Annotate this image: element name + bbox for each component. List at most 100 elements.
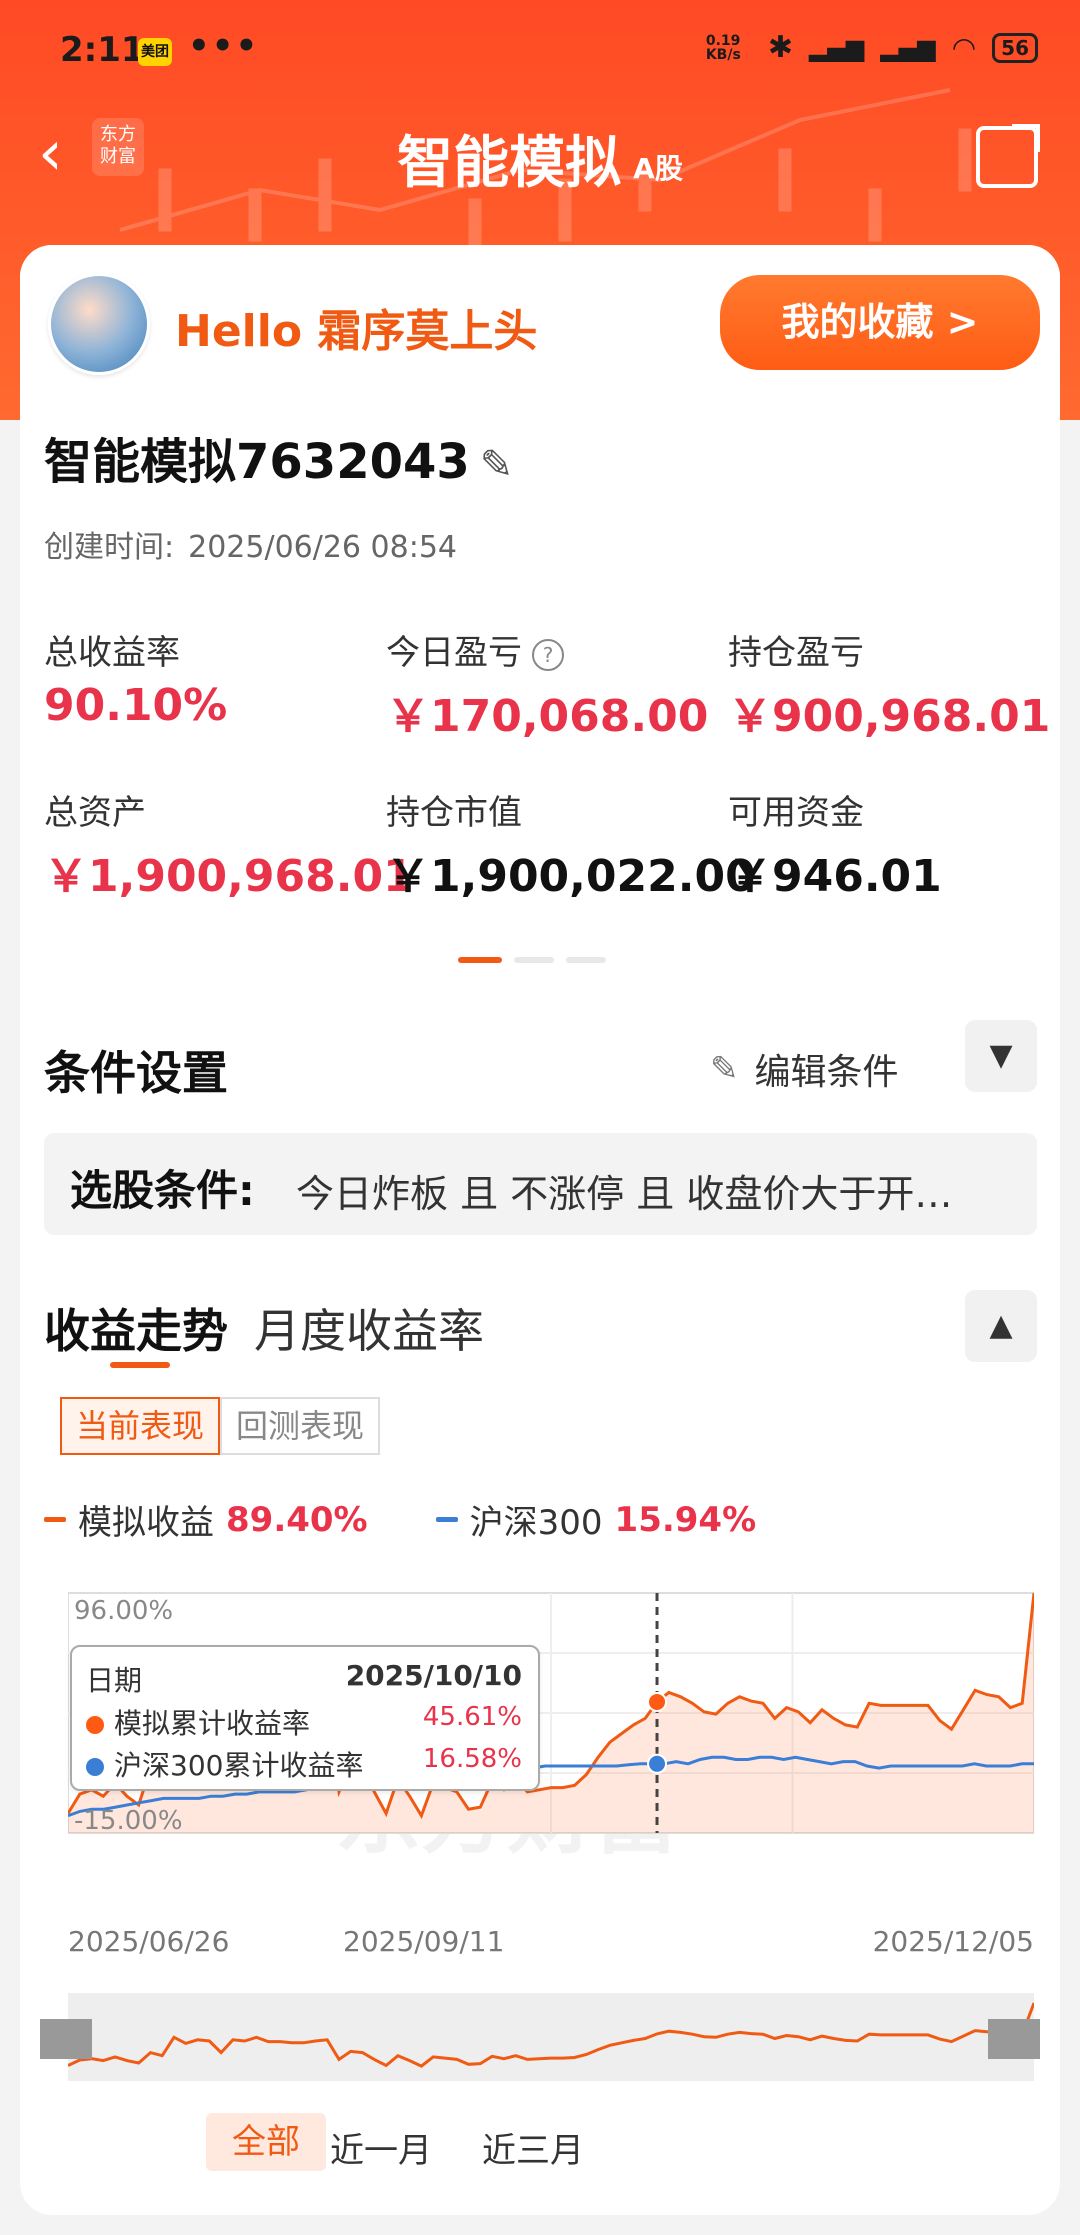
legend-value: 15.94% bbox=[614, 1499, 757, 1540]
metric-label: 可用资金 bbox=[728, 793, 864, 833]
created-time: 创建时间: 2025/06/26 08:54 bbox=[44, 522, 457, 566]
tooltip-dot bbox=[86, 1716, 104, 1734]
legend-swatch bbox=[44, 1517, 66, 1522]
x-tick-label: 2025/09/11 bbox=[343, 1925, 505, 1958]
edit-icon: ✎ bbox=[710, 1049, 739, 1089]
mode-switch: 当前表现 回测表现 bbox=[60, 1397, 381, 1455]
tooltip-date-label: 日期 bbox=[86, 1664, 143, 1697]
range-3m[interactable]: 近三月 bbox=[482, 2123, 584, 2172]
created-value: 2025/06/26 08:54 bbox=[188, 530, 458, 565]
tab-monthly-return[interactable]: 月度收益率 bbox=[254, 1295, 484, 1361]
metric-total-assets: 总资产 ￥1,900,968.01 bbox=[44, 785, 414, 904]
edit-conditions-button[interactable]: ✎ 编辑条件 bbox=[710, 1043, 899, 1095]
signal-2-icon: ▂▄▆ bbox=[880, 33, 936, 62]
conditions-title: 条件设置 bbox=[44, 1046, 228, 1100]
brush-line bbox=[67, 2002, 1036, 2068]
greeting: Hello 霜序莫上头 bbox=[175, 306, 538, 357]
legend-item-hs300: 沪深300 15.94% bbox=[435, 1495, 757, 1544]
metric-value: ￥900,968.01 bbox=[728, 691, 1051, 742]
help-icon[interactable]: ? bbox=[532, 638, 564, 671]
metric-label: 总资产 bbox=[44, 793, 146, 833]
tooltip-dot bbox=[86, 1758, 104, 1776]
metric-label-text: 今日盈亏 bbox=[386, 633, 522, 673]
user-header: Hello 霜序莫上头 我的收藏 > bbox=[20, 245, 1060, 375]
signal-icon: ▂▄▆ bbox=[808, 33, 865, 62]
metric-value: ￥1,900,968.01 bbox=[44, 851, 414, 902]
status-time: 2:11 bbox=[60, 30, 145, 70]
brush-right-handle[interactable] bbox=[988, 2019, 1040, 2059]
avatar[interactable] bbox=[48, 273, 150, 375]
tooltip-date-row: 日期 2025/10/10 bbox=[86, 1659, 522, 1699]
legend-swatch bbox=[435, 1517, 458, 1522]
expand-conditions-button[interactable]: ▼ bbox=[965, 1020, 1037, 1092]
collapse-chart-button[interactable]: ▲ bbox=[965, 1290, 1037, 1362]
created-label: 创建时间: bbox=[44, 530, 175, 565]
legend-value: 89.40% bbox=[226, 1499, 368, 1540]
conditions-value: 今日炸板 且 不涨停 且 收盘价大于开… bbox=[296, 1172, 953, 1216]
metric-label: 持仓市值 bbox=[386, 793, 522, 833]
page-title-sub: A股 bbox=[633, 151, 683, 185]
x-tick-label: 2025/12/05 bbox=[872, 1925, 1034, 1958]
pager-dot-active[interactable] bbox=[458, 957, 502, 963]
y-tick-label-max: 96.00% bbox=[74, 1596, 173, 1626]
tab-return-trend[interactable]: 收益走势 bbox=[44, 1295, 228, 1361]
metric-value: ￥1,900,022.00 bbox=[386, 851, 756, 902]
portfolio-card: Hello 霜序莫上头 我的收藏 > 智能模拟7632043 ✎ 创建时间: 202… bbox=[20, 245, 1060, 2215]
account-name: 智能模拟7632043 bbox=[44, 434, 470, 490]
conditions-label: 选股条件: bbox=[70, 1166, 255, 1215]
battery-icon: 56 bbox=[992, 32, 1038, 63]
tooltip-date: 2025/10/10 bbox=[345, 1659, 522, 1692]
pager-dot[interactable] bbox=[566, 957, 606, 963]
tooltip-series-name: 模拟累计收益率 bbox=[114, 1707, 311, 1740]
metric-available-cash: 可用资金 ￥946.01 bbox=[728, 785, 1058, 904]
edit-name-icon[interactable]: ✎ bbox=[480, 442, 514, 488]
page-title: 智能模拟 A股 bbox=[0, 118, 1080, 199]
network-speed: 0.19 KB/s bbox=[705, 32, 741, 63]
metric-today-pnl: 今日盈亏? ￥170,068.00 bbox=[386, 625, 716, 744]
page-title-text: 智能模拟 bbox=[397, 131, 622, 196]
metric-total-return: 总收益率 90.10% bbox=[44, 625, 374, 731]
app-screen: 2:11 美团 ••• 0.19 KB/s ✱ ▂▄▆ ▂▄▆ ◠ 56 ‹ 东… bbox=[0, 0, 1080, 2235]
metric-market-value: 持仓市值 ￥1,900,022.00 bbox=[386, 785, 756, 904]
more-notifications-icon: ••• bbox=[188, 26, 260, 66]
legend-name: 模拟收益 bbox=[78, 1503, 214, 1543]
status-icons: 0.19 KB/s ✱ ▂▄▆ ▂▄▆ ◠ 56 bbox=[706, 30, 1038, 65]
legend-item-simulated: 模拟收益 89.40% bbox=[44, 1495, 368, 1544]
metrics-pager bbox=[458, 957, 606, 963]
favorites-button-bg: 我的收藏 > bbox=[720, 275, 1040, 370]
meituan-app-icon: 美团 bbox=[138, 38, 172, 66]
tooltip-row-hs300: 沪深300累计收益率 16.58% bbox=[86, 1744, 522, 1784]
metric-label: 持仓盈亏 bbox=[728, 633, 864, 673]
pager-dot[interactable] bbox=[514, 957, 554, 963]
top-nav: ‹ 东方 财富 智能模拟 A股 bbox=[0, 110, 1080, 210]
brush-left-handle[interactable] bbox=[40, 2019, 92, 2059]
mode-current[interactable]: 当前表现 bbox=[60, 1397, 221, 1455]
chart-tooltip: 日期 2025/10/10 模拟累计收益率 45.61% 沪深300累计收益率 … bbox=[70, 1645, 540, 1791]
metric-position-pnl: 持仓盈亏 ￥900,968.01 bbox=[728, 625, 1058, 744]
range-all[interactable]: 全部 bbox=[206, 2113, 326, 2171]
range-1m[interactable]: 近一月 bbox=[330, 2123, 432, 2172]
hs300-point-marker bbox=[647, 1753, 668, 1774]
legend-name: 沪深300 bbox=[469, 1503, 603, 1543]
tooltip-series-value: 16.58% bbox=[422, 1744, 522, 1774]
range-brush[interactable] bbox=[67, 1993, 1036, 2081]
edit-conditions-label: 编辑条件 bbox=[754, 1052, 899, 1093]
metric-value: ￥946.01 bbox=[728, 851, 942, 902]
metric-label: 今日盈亏? bbox=[386, 625, 716, 674]
tab-underline bbox=[110, 1362, 170, 1368]
performance-tabs: 收益走势 月度收益率 bbox=[44, 1295, 484, 1361]
status-bar: 2:11 美团 ••• 0.19 KB/s ✱ ▂▄▆ ▂▄▆ ◠ 56 bbox=[0, 0, 1080, 110]
share-icon[interactable] bbox=[976, 126, 1038, 188]
bluetooth-icon: ✱ bbox=[767, 30, 793, 65]
metric-value: ￥170,068.00 bbox=[386, 691, 709, 742]
conditions-box[interactable]: 选股条件: 今日炸板 且 不涨停 且 收盘价大于开… bbox=[44, 1133, 1037, 1235]
y-tick-label-min: -15.00% bbox=[74, 1806, 183, 1836]
x-tick-label: 2025/06/26 bbox=[68, 1925, 230, 1958]
metric-value: 90.10% bbox=[44, 680, 228, 731]
favorites-button[interactable]: 我的收藏 > bbox=[720, 275, 1040, 370]
tooltip-row-simulated: 模拟累计收益率 45.61% bbox=[86, 1702, 522, 1742]
chart-legend: 模拟收益 89.40% 沪深300 15.94% bbox=[44, 1495, 756, 1544]
mode-backtest[interactable]: 回测表现 bbox=[220, 1397, 381, 1455]
tooltip-series-value: 45.61% bbox=[422, 1702, 522, 1732]
account-title: 智能模拟7632043 ✎ bbox=[44, 422, 513, 492]
